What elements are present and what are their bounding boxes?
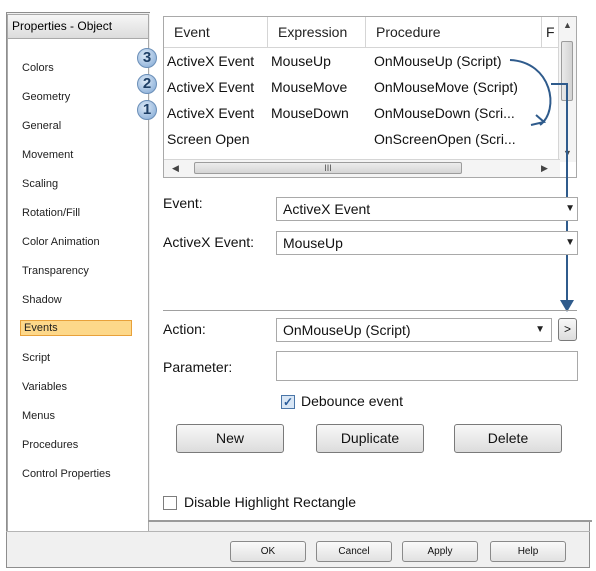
annotation-arrow-icon bbox=[509, 59, 574, 312]
chevron-down-icon: ▼ bbox=[565, 237, 575, 248]
event-label: Event: bbox=[163, 195, 203, 211]
new-button[interactable]: New bbox=[176, 424, 284, 453]
chevron-down-icon: ▼ bbox=[565, 203, 575, 214]
footer-divider bbox=[6, 531, 590, 532]
debounce-checkbox[interactable]: ✓ bbox=[281, 395, 295, 409]
duplicate-button[interactable]: Duplicate bbox=[316, 424, 424, 453]
ok-button[interactable]: OK bbox=[230, 541, 306, 562]
action-label: Action: bbox=[163, 321, 206, 337]
parameter-input[interactable] bbox=[276, 351, 578, 381]
action-value: OnMouseUp (Script) bbox=[283, 322, 411, 338]
event-value: ActiveX Event bbox=[283, 201, 371, 217]
action-dropdown[interactable]: OnMouseUp (Script) ▼ bbox=[276, 318, 552, 342]
parameter-label: Parameter: bbox=[163, 359, 233, 375]
activex-event-value: MouseUp bbox=[283, 235, 343, 251]
chevron-down-icon: ▼ bbox=[535, 324, 545, 335]
disable-highlight-checkbox[interactable] bbox=[163, 496, 177, 510]
apply-button[interactable]: Apply bbox=[402, 541, 478, 562]
activex-event-dropdown[interactable]: MouseUp ▼ bbox=[276, 231, 578, 255]
debounce-label: Debounce event bbox=[301, 393, 403, 409]
disable-highlight-label: Disable Highlight Rectangle bbox=[184, 494, 356, 510]
delete-button[interactable]: Delete bbox=[454, 424, 562, 453]
event-dropdown[interactable]: ActiveX Event ▼ bbox=[276, 197, 578, 221]
action-browse-button[interactable]: > bbox=[558, 318, 577, 341]
section-divider bbox=[163, 310, 577, 311]
help-button[interactable]: Help bbox=[490, 541, 566, 562]
cancel-button[interactable]: Cancel bbox=[316, 541, 392, 562]
activex-event-label: ActiveX Event: bbox=[163, 234, 255, 250]
